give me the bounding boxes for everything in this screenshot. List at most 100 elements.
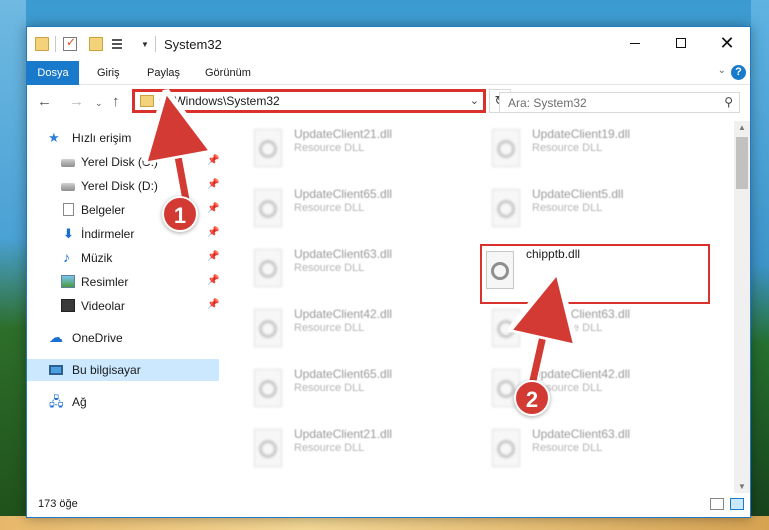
pin-icon[interactable]: 📌 xyxy=(207,179,219,190)
file-type: Resource DLL xyxy=(294,142,365,154)
minimize-icon xyxy=(630,42,640,44)
sidebar-item-quick-access[interactable]: ★ Hızlı erişim xyxy=(27,127,219,149)
sidebar-item-label: Yerel Disk (D:) xyxy=(81,179,158,193)
file-item[interactable]: UpdateClient65.dll Resource DLL xyxy=(230,181,430,237)
sidebar-item-label: Müzik xyxy=(81,251,113,265)
file-item[interactable]: UpdateClient19.dll Resource DLL xyxy=(468,121,668,177)
pin-icon[interactable]: 📌 xyxy=(207,155,219,166)
minimize-button[interactable] xyxy=(612,27,658,59)
file-item[interactable]: UpdateClient42.dll Resource DLL xyxy=(468,361,668,417)
pin-icon[interactable]: 📌 xyxy=(207,251,219,262)
tab-home[interactable]: Giriş xyxy=(87,61,130,85)
maximize-button[interactable] xyxy=(658,27,704,59)
address-path[interactable]: C:\Windows\System32 xyxy=(159,94,280,108)
file-name: UpdateClient63.dll xyxy=(532,427,631,441)
file-item[interactable]: UpdateClient42.dll Resource DLL xyxy=(230,301,430,357)
dll-file-icon xyxy=(254,369,282,407)
properties-icon[interactable] xyxy=(63,35,77,51)
dll-file-icon xyxy=(492,129,520,167)
desktop-background-right xyxy=(751,0,769,530)
desktop-background-left xyxy=(0,0,26,530)
window-title: System32 xyxy=(164,37,222,52)
file-list: UpdateClient21.dll Resource DLL UpdateCl… xyxy=(230,121,736,493)
search-placeholder: Ara: System32 xyxy=(508,96,587,110)
sidebar-item-onedrive[interactable]: ☁ OneDrive xyxy=(27,327,219,349)
sidebar-item-label: Videolar xyxy=(81,299,125,313)
item-count: 173 öğe xyxy=(38,498,78,510)
file-item[interactable]: UpdateClient63.dll Resource DLL xyxy=(468,301,668,357)
new-folder-icon[interactable] xyxy=(89,37,103,51)
sidebar-item-label: İndirmeler xyxy=(81,227,135,241)
file-name: UpdateClient21.dll xyxy=(294,427,393,441)
dll-file-icon xyxy=(492,429,520,467)
customize-toolbar-chevron-icon[interactable]: ▼ xyxy=(141,40,149,49)
pin-icon[interactable]: 📌 xyxy=(207,275,219,286)
drive-icon xyxy=(61,183,75,191)
vertical-scrollbar[interactable]: ▲ ▼ xyxy=(734,121,750,493)
forward-arrow-icon[interactable]: → xyxy=(69,93,84,110)
title-bar: ▼ System32 ✕ xyxy=(27,27,750,61)
download-icon: ⬇ xyxy=(63,226,74,241)
scrollbar-thumb[interactable] xyxy=(736,137,748,189)
back-arrow-icon[interactable]: ← xyxy=(37,93,52,110)
sidebar-item-network[interactable]: 🖧 Ağ xyxy=(27,391,219,413)
address-bar[interactable]: C:\Windows\System32 ⌄ xyxy=(132,89,486,113)
file-type: Resource DLL xyxy=(294,322,365,334)
tab-view[interactable]: Görünüm xyxy=(195,61,261,85)
file-item[interactable]: UpdateClient65.dll Resource DLL xyxy=(230,361,430,417)
file-type: Resource DLL xyxy=(294,442,365,454)
file-name: UpdateClient42.dll xyxy=(294,307,393,321)
computer-icon xyxy=(49,365,63,375)
scroll-up-arrow-icon[interactable]: ▲ xyxy=(738,123,746,132)
sidebar-item-pictures[interactable]: Resimler 📌 xyxy=(27,271,219,293)
search-icon[interactable]: ⚲ xyxy=(724,95,733,109)
dll-file-icon xyxy=(254,129,282,167)
cloud-icon: ☁ xyxy=(49,329,63,345)
sidebar-item-label: Hızlı erişim xyxy=(72,131,132,145)
step-2-badge: 2 xyxy=(514,380,550,416)
sidebar-item-local-disk-c[interactable]: Yerel Disk (C:) 📌 xyxy=(27,151,219,173)
file-item[interactable]: UpdateClient63.dll Resource DLL xyxy=(468,421,668,477)
search-input[interactable]: Ara: System32 ⚲ xyxy=(499,92,740,113)
sidebar-item-videos[interactable]: Videolar 📌 xyxy=(27,295,219,317)
pictures-icon xyxy=(61,275,75,288)
sidebar-item-music[interactable]: ♪ Müzik 📌 xyxy=(27,247,219,269)
sidebar-item-label: Resimler xyxy=(81,275,129,289)
help-icon[interactable]: ? xyxy=(731,65,746,80)
close-button[interactable]: ✕ xyxy=(704,27,750,59)
up-arrow-icon[interactable]: ↑ xyxy=(112,93,120,110)
file-name: UpdateClient63.dll xyxy=(294,247,393,261)
dll-file-icon xyxy=(254,189,282,227)
documents-icon xyxy=(63,203,74,216)
file-highlight-box xyxy=(480,244,710,304)
pin-icon[interactable]: 📌 xyxy=(207,203,219,214)
music-icon: ♪ xyxy=(63,249,70,265)
sidebar-item-label: Belgeler xyxy=(81,203,126,217)
file-type: Resource DLL xyxy=(294,202,365,214)
sidebar-item-local-disk-d[interactable]: Yerel Disk (D:) 📌 xyxy=(27,175,219,197)
network-icon: 🖧 xyxy=(49,394,64,409)
scroll-down-arrow-icon[interactable]: ▼ xyxy=(738,482,746,491)
large-icons-view-icon[interactable] xyxy=(730,498,744,510)
file-item[interactable]: UpdateClient63.dll Resource DLL xyxy=(230,241,430,297)
sidebar-item-this-pc[interactable]: Bu bilgisayar xyxy=(27,359,219,381)
pin-icon[interactable]: 📌 xyxy=(207,299,219,310)
view-options-icon[interactable] xyxy=(112,37,126,51)
details-view-icon[interactable] xyxy=(710,498,724,510)
desktop-background-bottom xyxy=(0,516,769,530)
recent-locations-chevron-icon[interactable]: ⌄ xyxy=(95,98,103,109)
file-type: Resource DLL xyxy=(532,322,603,334)
expand-ribbon-chevron-icon[interactable]: ⌄ xyxy=(718,65,726,76)
file-item[interactable]: UpdateClient21.dll Resource DLL xyxy=(230,421,430,477)
file-type: Resource DLL xyxy=(294,262,365,274)
dll-file-icon xyxy=(492,189,520,227)
pin-icon[interactable]: 📌 xyxy=(207,227,219,238)
tab-file[interactable]: Dosya xyxy=(27,61,79,85)
file-item[interactable]: UpdateClient5.dll Resource DLL xyxy=(468,181,668,237)
address-dropdown-chevron-icon[interactable]: ⌄ xyxy=(470,94,479,107)
file-item[interactable]: UpdateClient21.dll Resource DLL xyxy=(230,121,430,177)
sidebar-item-label: Bu bilgisayar xyxy=(72,363,141,377)
tab-share[interactable]: Paylaş xyxy=(137,61,190,85)
maximize-icon xyxy=(676,38,686,48)
star-icon: ★ xyxy=(48,130,60,145)
